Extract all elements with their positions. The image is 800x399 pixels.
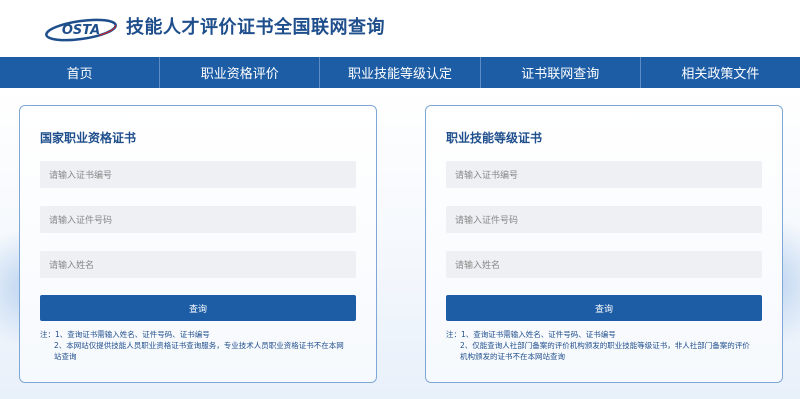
name-input[interactable]: 请输入姓名 xyxy=(40,251,356,278)
osta-logo[interactable]: OSTA xyxy=(44,13,119,43)
nav-item-policy-documents[interactable]: 相关政策文件 xyxy=(641,57,800,88)
header: OSTA 技能人才评价证书全国联网查询 xyxy=(0,0,800,57)
name-input[interactable]: 请输入姓名 xyxy=(446,251,762,278)
id-number-input[interactable]: 请输入证件号码 xyxy=(446,206,762,233)
panel-title: 职业技能等级证书 xyxy=(446,131,543,145)
notes: 注：1、查询证书需输入姓名、证件号码、证书编号 2、仅能查询人社部门备案的评价机… xyxy=(446,329,771,362)
nav-item-qualification-evaluation[interactable]: 职业资格评价 xyxy=(160,57,321,88)
note-line: 站查询 xyxy=(54,352,77,361)
certificate-number-input[interactable]: 请输入证书编号 xyxy=(446,161,762,188)
qualification-certificate-panel: 国家职业资格证书 请输入证书编号 请输入证件号码 请输入姓名 查询 注：1、查询… xyxy=(19,105,377,383)
nav-item-skill-level-certification[interactable]: 职业技能等级认定 xyxy=(320,57,481,88)
nav-item-home[interactable]: 首页 xyxy=(0,57,161,88)
certificate-number-input[interactable]: 请输入证书编号 xyxy=(40,161,356,188)
id-number-input[interactable]: 请输入证件号码 xyxy=(40,206,356,233)
panel-title: 国家职业资格证书 xyxy=(40,131,137,145)
nav-item-certificate-query[interactable]: 证书联网查询 xyxy=(481,57,641,88)
notes: 注：1、查询证书需输入姓名、证件号码、证书编号 2、本网站仅提供技能人员职业资格… xyxy=(40,329,365,362)
note-line: 注：1、查询证书需输入姓名、证件号码、证书编号 xyxy=(446,330,616,339)
note-line: 2、仅能查询人社部门备案的评价机构颁发的职业技能等级证书，非人社部门备案的评价 xyxy=(460,341,750,350)
note-line: 2、本网站仅提供技能人员职业资格证书查询服务，专业技术人员职业资格证书不在本网 xyxy=(54,341,344,350)
note-line: 机构颁发的证书不在本网站查询 xyxy=(460,352,565,361)
note-line: 注：1、查询证书需输入姓名、证件号码、证书编号 xyxy=(40,330,210,339)
site-title: 技能人才评价证书全国联网查询 xyxy=(126,17,385,38)
query-button[interactable]: 查询 xyxy=(446,295,762,321)
main-nav: 首页 职业资格评价 职业技能等级认定 证书联网查询 相关政策文件 xyxy=(0,57,800,88)
logo-text: OSTA xyxy=(62,23,100,38)
skill-level-certificate-panel: 职业技能等级证书 请输入证书编号 请输入证件号码 请输入姓名 查询 注：1、查询… xyxy=(425,105,783,383)
query-button[interactable]: 查询 xyxy=(40,295,356,321)
